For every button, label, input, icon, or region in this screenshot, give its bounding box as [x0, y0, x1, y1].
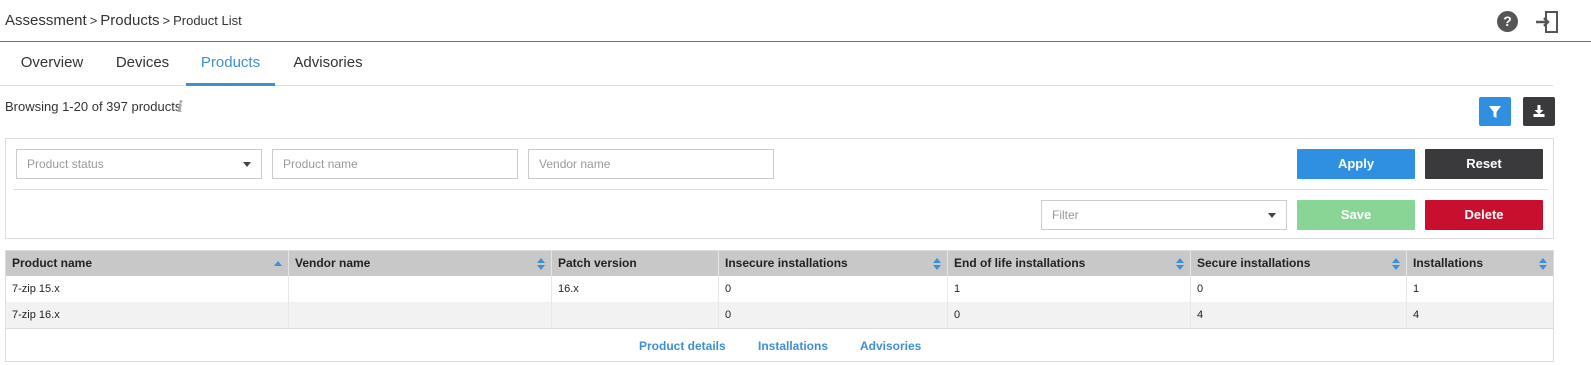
save-button[interactable]: Save	[1297, 200, 1415, 230]
cell-secure-installations: 4	[1191, 302, 1407, 328]
cell-vendor-name	[289, 276, 552, 302]
column-header-vendor-name[interactable]: Vendor name	[289, 251, 552, 276]
cell-end-of-life-installations: 0	[948, 302, 1191, 328]
product-details-link[interactable]: Product details	[639, 339, 726, 353]
cell-insecure-installations: 0	[719, 276, 948, 302]
tab-bar: Overview Devices Products Advisories	[0, 42, 1553, 86]
cell-installations: 4	[1413, 309, 1420, 321]
filter-panel: Product status Product name Vendor name …	[5, 138, 1554, 239]
tab-products[interactable]: Products	[186, 42, 275, 86]
download-icon	[1533, 105, 1545, 117]
breadcrumb-assessment[interactable]: Assessment	[5, 12, 87, 29]
browsing-summary: Browsing 1-20 of 397 products	[5, 99, 182, 114]
cell-secure-installations: 0	[1191, 276, 1407, 302]
column-label: Patch version	[558, 256, 637, 270]
funnel-icon	[1489, 106, 1501, 118]
column-label: Vendor name	[295, 256, 371, 270]
breadcrumb-product-list: Product List	[173, 13, 242, 28]
top-header: Assessment > Products > Product List ?	[0, 0, 1591, 42]
table-row[interactable]: 7-zip 16.x 0 0 4 4	[6, 302, 1553, 328]
column-header-insecure-installations[interactable]: Insecure installations	[719, 251, 948, 276]
cell-end-of-life-installations: 1	[948, 276, 1191, 302]
product-status-select[interactable]: Product status	[16, 149, 262, 179]
breadcrumb: Assessment > Products > Product List	[5, 12, 242, 29]
vendor-name-input[interactable]: Vendor name	[528, 149, 774, 179]
sort-icon	[537, 258, 545, 270]
column-label: Secure installations	[1197, 256, 1311, 270]
tab-advisories[interactable]: Advisories	[275, 42, 381, 86]
delete-button[interactable]: Delete	[1425, 200, 1543, 230]
column-label: Insecure installations	[725, 256, 848, 270]
chevron-down-icon	[243, 162, 251, 167]
column-header-product-name[interactable]: Product name	[6, 251, 289, 276]
column-label: Installations	[1413, 256, 1484, 270]
products-table: Product name Vendor name Patch version I…	[5, 250, 1554, 362]
installations-link[interactable]: Installations	[758, 339, 828, 353]
cell-insecure-installations: 0	[719, 302, 948, 328]
filter-toggle-button[interactable]	[1479, 97, 1511, 126]
info-icon[interactable]: i	[177, 97, 187, 116]
column-label: Product name	[12, 256, 93, 270]
column-header-patch-version[interactable]: Patch version	[552, 251, 719, 276]
product-name-input[interactable]: Product name	[272, 149, 518, 179]
download-button[interactable]	[1523, 97, 1555, 126]
table-header-row: Product name Vendor name Patch version I…	[6, 251, 1553, 276]
cell-vendor-name	[289, 302, 552, 328]
panel-divider	[13, 189, 1548, 190]
saved-filter-select[interactable]: Filter	[1041, 200, 1287, 230]
column-header-secure-installations[interactable]: Secure installations	[1191, 251, 1407, 276]
sort-icon	[1392, 258, 1400, 270]
table-footer: Product details Installations Advisories	[6, 328, 1553, 361]
breadcrumb-separator: >	[89, 13, 98, 28]
column-label: End of life installations	[954, 256, 1086, 270]
cell-patch-version: 16.x	[552, 276, 719, 302]
product-status-placeholder: Product status	[27, 157, 104, 171]
cell-product-name: 7-zip 15.x	[6, 276, 289, 302]
column-header-installations[interactable]: Installations	[1407, 251, 1553, 276]
advisories-link[interactable]: Advisories	[860, 339, 921, 353]
column-header-end-of-life-installations[interactable]: End of life installations	[948, 251, 1191, 276]
cell-patch-version	[552, 302, 719, 328]
chevron-down-icon	[1268, 213, 1276, 218]
help-icon[interactable]: ?	[1497, 11, 1518, 32]
apply-button[interactable]: Apply	[1297, 149, 1415, 179]
cell-product-name: 7-zip 16.x	[6, 302, 289, 328]
tab-overview[interactable]: Overview	[5, 42, 99, 86]
sort-icon	[933, 258, 941, 270]
sort-icon	[1176, 258, 1184, 270]
saved-filter-placeholder: Filter	[1052, 208, 1079, 222]
logout-icon[interactable]	[1535, 10, 1559, 34]
table-row[interactable]: 7-zip 15.x 16.x 0 1 0 1	[6, 276, 1553, 302]
breadcrumb-separator: >	[162, 13, 171, 28]
tab-devices[interactable]: Devices	[99, 42, 186, 86]
breadcrumb-products[interactable]: Products	[100, 12, 159, 29]
sort-ascending-icon	[274, 261, 282, 266]
cell-installations: 1	[1413, 283, 1420, 295]
sort-icon	[1539, 258, 1547, 270]
reset-button[interactable]: Reset	[1425, 149, 1543, 179]
